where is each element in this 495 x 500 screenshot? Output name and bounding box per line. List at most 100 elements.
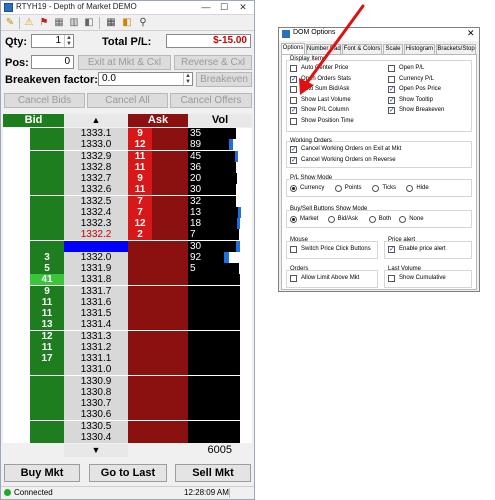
ask-depth-cell[interactable] <box>128 398 152 409</box>
pl-mode-currency-radio[interactable] <box>290 185 297 192</box>
ask-cell[interactable] <box>152 151 188 162</box>
price-cell[interactable]: 1332.8 <box>64 162 128 173</box>
ask-cell[interactable] <box>152 139 188 150</box>
bid-depth-cell[interactable] <box>30 162 64 173</box>
bid-cell[interactable] <box>3 364 30 375</box>
cancel-working-orders-on-reverse-checkbox[interactable]: ✓ <box>290 157 297 164</box>
bid-depth-cell[interactable] <box>30 207 64 218</box>
bid-depth-cell[interactable]: 11 <box>30 297 64 308</box>
price-cell[interactable]: 1331.6 <box>64 297 128 308</box>
bid-depth-cell[interactable] <box>30 229 64 240</box>
ask-depth-cell[interactable] <box>128 342 152 353</box>
bid-cell[interactable] <box>3 263 30 274</box>
ask-cell[interactable] <box>152 398 188 409</box>
buy-mkt-button[interactable]: Buy Mkt <box>4 464 80 482</box>
bid-cell[interactable] <box>3 353 30 364</box>
ask-depth-cell[interactable]: 9 <box>128 173 152 184</box>
bid-cell[interactable] <box>3 252 30 263</box>
reverse-cancel-button[interactable]: Reverse & Cxl <box>174 55 252 70</box>
bid-cell[interactable] <box>3 331 30 342</box>
open-pos-price-checkbox[interactable]: ✓ <box>388 86 395 93</box>
vol-column-header[interactable]: Vol <box>188 114 252 127</box>
bid-cell[interactable] <box>3 229 30 240</box>
ask-cell[interactable] <box>152 184 188 195</box>
ask-depth-cell[interactable]: 12 <box>128 139 152 150</box>
price-cell[interactable]: 1330.5 <box>64 421 128 432</box>
bid-depth-cell[interactable] <box>30 128 64 139</box>
bid-column-header[interactable]: Bid <box>3 114 64 127</box>
ask-cell[interactable] <box>152 364 188 375</box>
show-p-l-column-checkbox[interactable]: ✓ <box>290 107 297 114</box>
bid-cell[interactable] <box>3 241 30 252</box>
bid-depth-cell[interactable] <box>30 196 64 207</box>
bid-depth-cell[interactable] <box>30 409 64 420</box>
bid-cell[interactable] <box>3 409 30 420</box>
bid-depth-cell[interactable]: 12 <box>30 331 64 342</box>
ask-cell[interactable] <box>152 308 188 319</box>
bid-depth-cell[interactable]: 13 <box>30 319 64 330</box>
ask-cell[interactable] <box>152 252 188 263</box>
open-orders-stats-checkbox[interactable]: ✓ <box>290 75 297 83</box>
ask-cell[interactable] <box>152 196 188 207</box>
price-cell[interactable]: 1331.2 <box>64 342 128 353</box>
price-cell[interactable]: 1330.8 <box>64 387 128 398</box>
ask-depth-cell[interactable] <box>128 421 152 432</box>
bid-depth-cell[interactable]: 41 <box>30 274 64 285</box>
close-button[interactable]: ✕ <box>234 1 252 14</box>
ask-depth-cell[interactable]: 11 <box>128 151 152 162</box>
bid-cell[interactable] <box>3 162 30 173</box>
price-cell[interactable]: 1333.0 <box>64 139 128 150</box>
ask-depth-cell[interactable]: 12 <box>128 218 152 229</box>
open-p-l-checkbox[interactable] <box>388 65 395 72</box>
ask-depth-cell[interactable] <box>128 387 152 398</box>
ask-depth-cell[interactable]: 9 <box>128 128 152 139</box>
ask-depth-cell[interactable] <box>128 263 152 274</box>
tab-histogram[interactable]: Histogram <box>404 44 435 54</box>
ruler-icon[interactable]: ▦ <box>105 17 117 29</box>
warning-icon[interactable]: ⚠ <box>23 17 35 29</box>
price-cell[interactable]: 1331.4 <box>64 319 128 330</box>
ask-cell[interactable] <box>152 218 188 229</box>
breakeven-button[interactable]: Breakeven <box>196 72 252 87</box>
ask-cell[interactable] <box>152 207 188 218</box>
show-position-time-checkbox[interactable] <box>290 117 297 125</box>
grid-icon[interactable]: ▥ <box>68 17 80 29</box>
bid-cell[interactable] <box>3 218 30 229</box>
price-cell[interactable]: 1330.7 <box>64 398 128 409</box>
price-cell[interactable]: 1332.4 <box>64 207 128 218</box>
buysell-mode-both-radio[interactable] <box>368 216 376 223</box>
price-cell[interactable]: 1332.6 <box>64 184 128 195</box>
allow-limit-above-mkt-checkbox[interactable] <box>290 275 297 282</box>
ask-cell[interactable] <box>152 241 188 252</box>
ask-depth-cell[interactable] <box>128 308 152 319</box>
bid-depth-cell[interactable] <box>30 421 64 432</box>
bid-depth-cell[interactable] <box>30 184 64 195</box>
ask-depth-cell[interactable] <box>128 241 152 252</box>
ask-cell[interactable] <box>152 319 188 330</box>
options-close-icon[interactable]: ✕ <box>467 28 475 39</box>
bid-cell[interactable] <box>3 139 30 150</box>
ask-depth-cell[interactable] <box>128 297 152 308</box>
price-cell[interactable]: 1331.5 <box>64 308 128 319</box>
ask-cell[interactable] <box>152 342 188 353</box>
show-tooltip-checkbox[interactable]: ✓ <box>388 96 395 104</box>
bid-depth-cell[interactable] <box>30 218 64 229</box>
bid-depth-cell[interactable] <box>30 151 64 162</box>
bid-cell[interactable] <box>3 432 30 443</box>
price-cell[interactable]: 1333.1 <box>64 128 128 139</box>
bid-cell[interactable] <box>3 342 30 353</box>
pin-icon[interactable]: ⚲ <box>137 17 149 29</box>
show-breakeven-checkbox[interactable]: ✓ <box>388 107 395 114</box>
bid-cell[interactable] <box>3 196 30 207</box>
cancel-all-button[interactable]: Cancel All <box>87 93 168 108</box>
price-cell[interactable]: 1331.8 <box>64 274 128 285</box>
breakeven-spin-icon[interactable]: ▲ ▼ <box>183 73 192 85</box>
ask-depth-cell[interactable] <box>128 252 152 263</box>
ask-cell[interactable] <box>152 387 188 398</box>
ruler-icon[interactable]: ▦ <box>53 17 65 29</box>
price-cell[interactable] <box>64 241 128 252</box>
bid-depth-cell[interactable]: 9 <box>30 286 64 297</box>
switch-price-click-checkbox[interactable] <box>290 246 297 253</box>
qty-stepper[interactable]: 1 ▲ ▼ <box>31 34 74 48</box>
ask-cell[interactable] <box>152 353 188 364</box>
